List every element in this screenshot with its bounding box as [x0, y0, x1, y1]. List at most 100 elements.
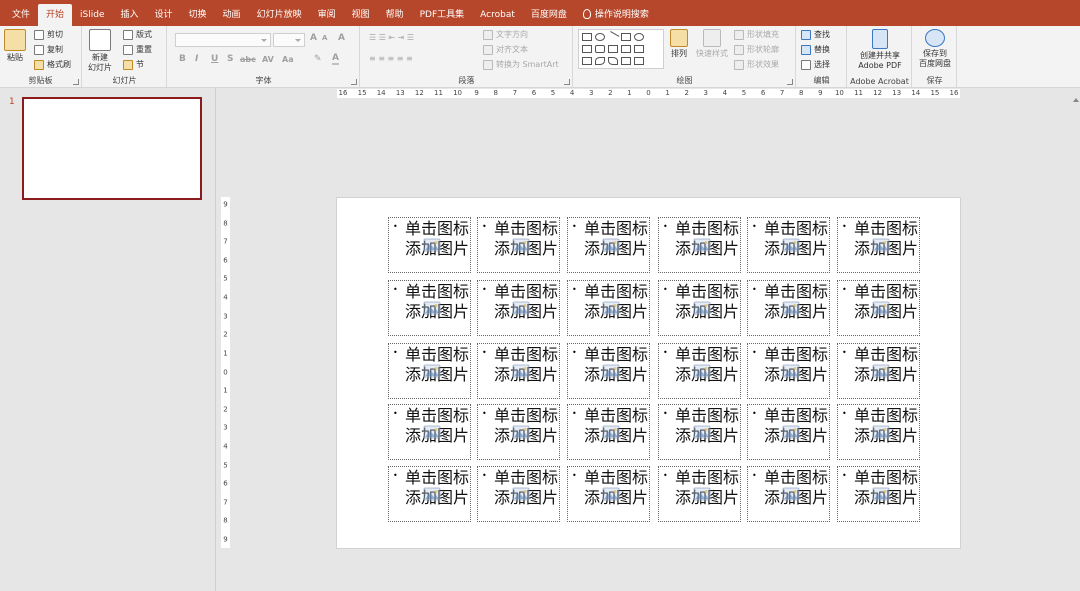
- picture-placeholder[interactable]: • 单击图标添加图片: [388, 217, 471, 273]
- shape-fill-button[interactable]: 形状填充: [734, 29, 779, 40]
- drawing-launcher-icon[interactable]: [787, 79, 793, 85]
- menu-tab-4[interactable]: 设计: [147, 4, 181, 26]
- menu-tab-0[interactable]: 文件: [4, 4, 38, 26]
- menu-tab-9[interactable]: 视图: [344, 4, 378, 26]
- insert-picture-icon[interactable]: [512, 238, 530, 252]
- font-size-select[interactable]: [273, 33, 305, 47]
- picture-placeholder[interactable]: • 单击图标添加图片: [567, 280, 650, 336]
- arrange-button[interactable]: 排列: [670, 29, 688, 59]
- insert-picture-icon[interactable]: [782, 364, 800, 378]
- bracket-shape-icon[interactable]: [621, 57, 631, 65]
- freeform-shape-icon[interactable]: [608, 57, 618, 65]
- bold-button[interactable]: B: [179, 54, 186, 64]
- reset-button[interactable]: 重置: [123, 44, 152, 55]
- format-painter-button[interactable]: 格式刷: [34, 59, 71, 70]
- line-shape-icon[interactable]: [606, 31, 620, 43]
- insert-picture-icon[interactable]: [512, 364, 530, 378]
- insert-picture-icon[interactable]: [782, 301, 800, 315]
- section-button[interactable]: 节: [123, 59, 144, 70]
- picture-placeholder[interactable]: • 单击图标添加图片: [388, 404, 471, 460]
- insert-picture-icon[interactable]: [782, 238, 800, 252]
- picture-placeholder[interactable]: • 单击图标添加图片: [477, 404, 560, 460]
- grow-font-button[interactable]: A: [310, 33, 317, 43]
- picture-placeholder[interactable]: • 单击图标添加图片: [658, 343, 741, 399]
- shrink-font-button[interactable]: A: [322, 34, 327, 42]
- insert-picture-icon[interactable]: [423, 238, 441, 252]
- insert-picture-icon[interactable]: [693, 238, 711, 252]
- picture-placeholder[interactable]: • 单击图标添加图片: [658, 280, 741, 336]
- copy-button[interactable]: 复制: [34, 44, 63, 55]
- picture-placeholder[interactable]: • 单击图标添加图片: [658, 404, 741, 460]
- save-baidu-button[interactable]: 保存到 百度网盘: [917, 29, 953, 69]
- star-shape-icon[interactable]: [621, 45, 631, 53]
- select-button[interactable]: 选择: [801, 59, 830, 70]
- change-case-button[interactable]: Aa: [282, 55, 294, 64]
- callout-shape-icon[interactable]: [634, 45, 644, 53]
- insert-picture-icon[interactable]: [693, 301, 711, 315]
- menu-tab-7[interactable]: 幻灯片放映: [249, 4, 310, 26]
- menu-tab-12[interactable]: Acrobat: [472, 4, 523, 26]
- picture-placeholder[interactable]: • 单击图标添加图片: [837, 466, 920, 522]
- clear-format-button[interactable]: A: [338, 33, 345, 43]
- menu-tab-11[interactable]: PDF工具集: [412, 4, 473, 26]
- smartart-button[interactable]: 转换为 SmartArt: [483, 59, 559, 70]
- menu-tab-8[interactable]: 审阅: [310, 4, 344, 26]
- menu-tab-6[interactable]: 动画: [215, 4, 249, 26]
- picture-placeholder[interactable]: • 单击图标添加图片: [747, 466, 830, 522]
- insert-picture-icon[interactable]: [512, 425, 530, 439]
- tell-me-search[interactable]: 操作说明搜索: [575, 4, 657, 26]
- menu-tab-5[interactable]: 切换: [181, 4, 215, 26]
- new-slide-button[interactable]: 新建 幻灯片: [88, 29, 112, 73]
- textbox-shape-icon[interactable]: [621, 33, 631, 41]
- picture-placeholder[interactable]: • 单击图标添加图片: [658, 466, 741, 522]
- picture-placeholder[interactable]: • 单击图标添加图片: [658, 217, 741, 273]
- insert-picture-icon[interactable]: [423, 364, 441, 378]
- insert-picture-icon[interactable]: [602, 425, 620, 439]
- insert-picture-icon[interactable]: [512, 301, 530, 315]
- insert-picture-icon[interactable]: [872, 425, 890, 439]
- vertical-ruler[interactable]: 9 8 7 6 5 4 3 2 1 0 1 2 3 4 5 6 7 8 9: [221, 197, 230, 548]
- insert-picture-icon[interactable]: [782, 487, 800, 501]
- paste-button[interactable]: 粘贴: [4, 29, 26, 63]
- insert-picture-icon[interactable]: [602, 364, 620, 378]
- slide-canvas[interactable]: • 单击图标添加图片 • 单击图标添加图片 • 单击图标添加图片 • 单击图标添加图片 • 单击图…: [336, 197, 961, 549]
- paragraph-launcher-icon[interactable]: [564, 79, 570, 85]
- highlight-button[interactable]: ✎: [314, 54, 322, 64]
- insert-picture-icon[interactable]: [602, 238, 620, 252]
- picture-placeholder[interactable]: • 单击图标添加图片: [477, 217, 560, 273]
- insert-picture-icon[interactable]: [872, 364, 890, 378]
- picture-placeholder[interactable]: • 单击图标添加图片: [747, 404, 830, 460]
- shapes-gallery[interactable]: [578, 29, 664, 69]
- shape-effects-button[interactable]: 形状效果: [734, 59, 779, 70]
- char-spacing-button[interactable]: AV: [262, 55, 274, 64]
- circle-shape-icon[interactable]: [634, 33, 644, 41]
- insert-picture-icon[interactable]: [693, 487, 711, 501]
- arrow-shape-icon[interactable]: [608, 45, 618, 53]
- underline-button[interactable]: U: [211, 54, 218, 64]
- cut-button[interactable]: 剪切: [34, 29, 63, 40]
- picture-placeholder[interactable]: • 单击图标添加图片: [567, 343, 650, 399]
- insert-picture-icon[interactable]: [872, 301, 890, 315]
- insert-picture-icon[interactable]: [693, 364, 711, 378]
- picture-placeholder[interactable]: • 单击图标添加图片: [388, 343, 471, 399]
- picture-placeholder[interactable]: • 单击图标添加图片: [837, 404, 920, 460]
- insert-picture-icon[interactable]: [423, 301, 441, 315]
- quick-styles-button[interactable]: 快速样式: [696, 29, 728, 59]
- picture-placeholder[interactable]: • 单击图标添加图片: [747, 280, 830, 336]
- rectangle-shape-icon[interactable]: [582, 33, 592, 41]
- layout-button[interactable]: 版式: [123, 29, 152, 40]
- insert-picture-icon[interactable]: [693, 425, 711, 439]
- insert-picture-icon[interactable]: [423, 425, 441, 439]
- picture-placeholder[interactable]: • 单击图标添加图片: [837, 217, 920, 273]
- curve-shape-icon[interactable]: [595, 57, 605, 65]
- picture-placeholder[interactable]: • 单击图标添加图片: [567, 217, 650, 273]
- insert-picture-icon[interactable]: [512, 487, 530, 501]
- menu-tab-2[interactable]: iSlide: [72, 4, 112, 26]
- picture-placeholder[interactable]: • 单击图标添加图片: [388, 280, 471, 336]
- brace-shape-icon[interactable]: [582, 57, 592, 65]
- find-button[interactable]: 查找: [801, 29, 830, 40]
- horizontal-ruler[interactable]: 16 15 14 13 12 11 10 9 8 7 6 5 4 3 2 1 0 1 2 3 4 5 6 7 8 9 10 11 12 1…: [337, 89, 960, 98]
- create-pdf-button[interactable]: 创建并共享 Adobe PDF: [854, 29, 906, 71]
- insert-picture-icon[interactable]: [872, 487, 890, 501]
- font-launcher-icon[interactable]: [351, 79, 357, 85]
